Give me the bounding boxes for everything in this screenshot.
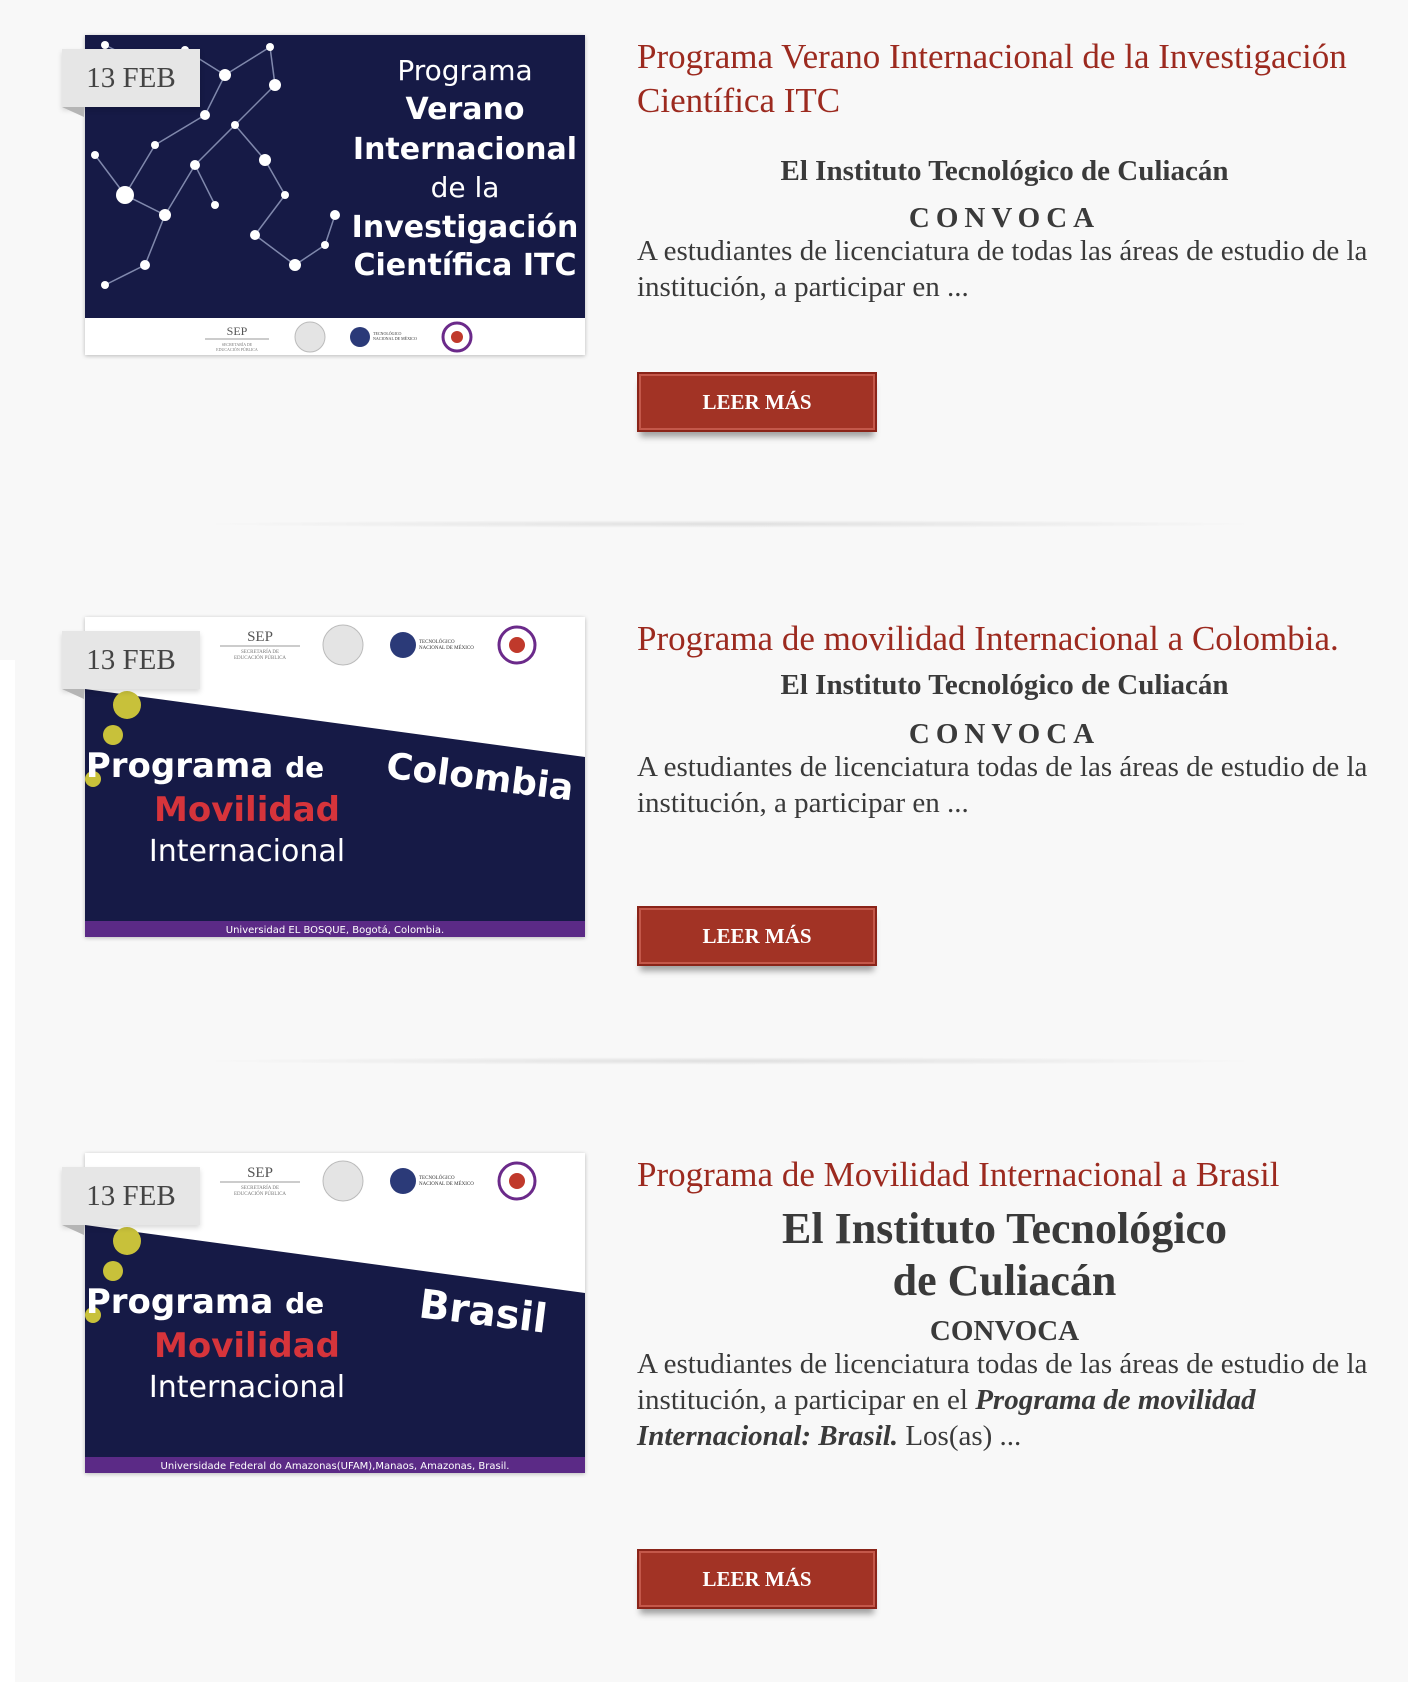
svg-text:SECRETARÍA DE: SECRETARÍA DE [241, 649, 279, 655]
date-badge: 13 FEB [62, 631, 200, 689]
divider [190, 1057, 1270, 1065]
news-excerpt: A estudiantes de licenciatura todas de l… [637, 1346, 1372, 1454]
svg-text:NACIONAL DE MÉXICO: NACIONAL DE MÉXICO [419, 645, 474, 651]
divider [190, 520, 1270, 528]
news-content: Programa de Movilidad Internacional a Br… [637, 1153, 1372, 1454]
banner-footer: Universidade Federal do Amazonas(UFAM),M… [161, 1461, 510, 1472]
banner-text: Programa [86, 746, 273, 786]
date-badge: 13 FEB [62, 49, 200, 107]
news-title[interactable]: Programa Verano Internacional de la Inve… [637, 35, 1372, 123]
svg-text:NACIONAL DE MÉXICO: NACIONAL DE MÉXICO [419, 1181, 474, 1187]
svg-text:SECRETARÍA DE: SECRETARÍA DE [241, 1185, 279, 1191]
banner-text: de [285, 751, 324, 784]
svg-text:EDUCACIÓN PÚBLICA: EDUCACIÓN PÚBLICA [234, 655, 286, 661]
news-title[interactable]: Programa de movilidad Internacional a Co… [637, 617, 1372, 661]
banner-text: Investigación [352, 210, 579, 245]
banner-footer: Universidad EL BOSQUE, Bogotá, Colombia. [226, 924, 444, 936]
banner-text: Movilidad [154, 790, 340, 830]
page-margin [0, 660, 15, 1682]
mexico-seal-icon [322, 624, 364, 666]
svg-text:NACIONAL DE MÉXICO: NACIONAL DE MÉXICO [373, 336, 417, 341]
banner-text: Movilidad [154, 1326, 340, 1366]
banner-text: Internacional [149, 834, 345, 869]
news-excerpt: A estudiantes de licenciatura de todas l… [637, 235, 1368, 303]
svg-text:TECNOLÓGICO: TECNOLÓGICO [419, 1175, 455, 1181]
date-badge-fold [62, 107, 84, 117]
institution-line: El Instituto Tecnológico [782, 1204, 1227, 1253]
news-title[interactable]: Programa de Movilidad Internacional a Br… [637, 1153, 1372, 1197]
date-badge: 13 FEB [62, 1167, 200, 1225]
date-badge-fold [62, 689, 84, 699]
read-more-button[interactable]: LEER MÁS [637, 906, 877, 966]
read-more-button[interactable]: LEER MÁS [637, 372, 877, 432]
svg-text:EDUCACIÓN PÚBLICA: EDUCACIÓN PÚBLICA [216, 347, 258, 352]
institution-line: El Instituto Tecnológico de Culiacán [780, 669, 1229, 701]
date-badge-fold [62, 1225, 84, 1235]
read-more-button[interactable]: LEER MÁS [637, 1549, 877, 1609]
institution-line: El Instituto Tecnológico de Culiacán [780, 155, 1229, 187]
svg-text:SEP: SEP [247, 1165, 273, 1181]
banner-text: de la [431, 171, 500, 204]
news-content: Programa Verano Internacional de la Inve… [637, 35, 1372, 305]
svg-text:TECNOLÓGICO: TECNOLÓGICO [419, 639, 455, 645]
news-excerpt: A estudiantes de licenciatura todas de l… [637, 751, 1368, 819]
banner-text: Científica ITC [354, 248, 577, 283]
banner-text: Verano [406, 92, 525, 127]
banner-text: Internacional [149, 1370, 345, 1405]
convoca-label: CONVOCA [929, 1315, 1080, 1347]
news-content: Programa de movilidad Internacional a Co… [637, 617, 1372, 821]
svg-text:SEP: SEP [227, 324, 248, 338]
mexico-seal-icon [294, 321, 326, 353]
svg-text:Programa de: Programa de [86, 746, 324, 786]
banner-text: de [285, 1287, 324, 1320]
convoca-label: CONVOCA [908, 202, 1101, 234]
svg-text:Programa de: Programa de [86, 1282, 324, 1322]
banner-text: Programa [86, 1282, 273, 1322]
svg-text:EDUCACIÓN PÚBLICA: EDUCACIÓN PÚBLICA [234, 1191, 286, 1197]
svg-text:SEP: SEP [247, 629, 273, 645]
excerpt-text: Los(as) ... [898, 1420, 1022, 1452]
banner-text: Programa [397, 54, 532, 87]
convoca-label: CONVOCA [908, 718, 1101, 750]
mexico-seal-icon [322, 1160, 364, 1202]
institution-line: de Culiacán [892, 1256, 1117, 1305]
institution-heading: El Instituto Tecnológico de Culiacán [637, 1203, 1372, 1307]
banner-text: Internacional [353, 132, 577, 167]
